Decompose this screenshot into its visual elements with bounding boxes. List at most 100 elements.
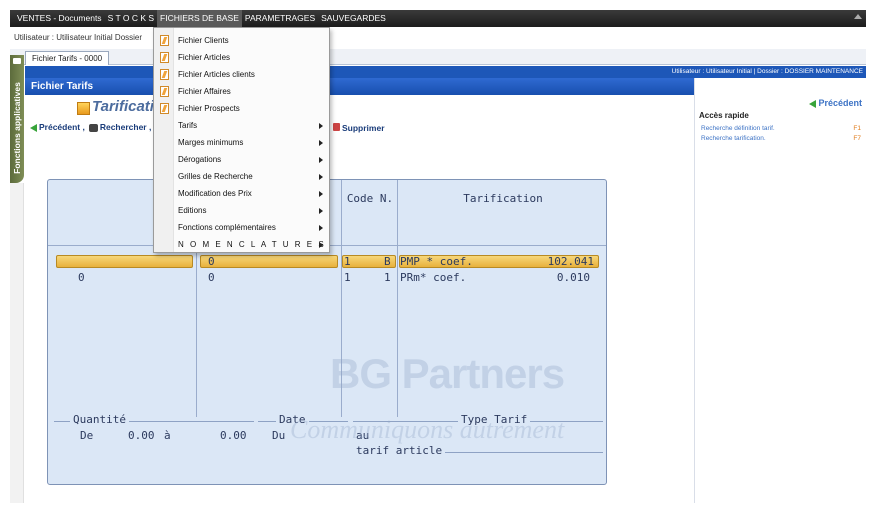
status-banner: Utilisateur : Utilisateur Initial | Doss… bbox=[25, 66, 866, 78]
menu-ventes[interactable]: VENTES - Documents bbox=[14, 10, 105, 27]
submenu-arrow-icon bbox=[319, 208, 323, 214]
submenu-arrow-icon bbox=[319, 174, 323, 180]
precedent-label: Précédent , bbox=[39, 122, 85, 132]
shortcut-f1: F1 bbox=[853, 125, 861, 132]
menu-stocks[interactable]: S T O C K S bbox=[105, 10, 157, 27]
menu-item-label: Fonctions complémentaires bbox=[178, 223, 276, 232]
sidebar-strip bbox=[10, 183, 24, 503]
type-tarif-value[interactable]: tarif article bbox=[353, 444, 446, 457]
pin-icon[interactable] bbox=[13, 58, 21, 64]
row2-col3b[interactable]: 1 bbox=[384, 271, 391, 285]
fichiers-de-base-dropdown: Fichier Clients Fichier Articles Fichier… bbox=[153, 27, 330, 253]
menu-item-nomenclatures[interactable]: N O M E N C L A T U R E S bbox=[154, 236, 329, 253]
column-header-code: Code N. bbox=[346, 192, 394, 205]
cell-highlight-1[interactable] bbox=[56, 255, 193, 268]
menu-item-label: Marges minimums bbox=[178, 138, 244, 147]
binoculars-icon bbox=[88, 123, 98, 132]
menu-fichiers-de-base[interactable]: FICHIERS DE BASE bbox=[157, 10, 242, 27]
precedent-link-label: Précédent bbox=[818, 98, 862, 108]
toolbar: Précédent , Rechercher , bbox=[30, 122, 151, 132]
menu-item-fichier-clients[interactable]: Fichier Clients bbox=[154, 32, 329, 49]
rechercher-button[interactable]: Rechercher , bbox=[88, 122, 152, 132]
submenu-arrow-icon bbox=[319, 242, 323, 248]
quick-access-pane: Précédent Accès rapide Recherche définit… bbox=[694, 78, 866, 503]
tab-strip: Fichier Tarifs - 0000 bbox=[10, 49, 866, 65]
watermark-tagline: Communiquons autrement bbox=[290, 415, 565, 444]
menu-item-label: Tarifs bbox=[178, 121, 198, 130]
user-info: Utilisateur : Utilisateur Initial Dossie… bbox=[10, 28, 866, 48]
submenu-arrow-icon bbox=[319, 123, 323, 129]
precedent-button[interactable]: Précédent , bbox=[30, 122, 85, 132]
document-icon bbox=[160, 86, 169, 97]
row1-col4b[interactable]: 102.041 bbox=[518, 255, 594, 269]
row1-col3a[interactable]: 1 bbox=[344, 255, 351, 269]
menu-item-derogations[interactable]: Dérogations bbox=[154, 151, 329, 168]
menu-item-fichier-articles[interactable]: Fichier Articles bbox=[154, 49, 329, 66]
row2-col1[interactable]: 0 bbox=[78, 271, 85, 285]
menu-item-fichier-prospects[interactable]: Fichier Prospects bbox=[154, 100, 329, 117]
link-recherche-tarification[interactable]: Recherche tarification. bbox=[701, 135, 766, 142]
sidebar-label: Fonctions applicatives bbox=[12, 82, 22, 174]
acces-rapide-heading: Accès rapide bbox=[699, 111, 749, 120]
row2-col3a[interactable]: 1 bbox=[344, 271, 351, 285]
collapse-caret-icon[interactable] bbox=[854, 14, 862, 19]
menu-item-label: Fichier Articles bbox=[178, 53, 231, 62]
sidebar-vertical-tab[interactable]: Fonctions applicatives bbox=[10, 55, 24, 183]
page-title: Tarificati bbox=[92, 98, 154, 115]
menu-item-label: Editions bbox=[178, 206, 207, 215]
menu-item-label: N O M E N C L A T U R E S bbox=[178, 240, 326, 249]
menu-bar: VENTES - Documents S T O C K S FICHIERS … bbox=[10, 10, 866, 27]
row2-col4b[interactable]: 0.010 bbox=[518, 271, 590, 285]
menu-item-label: Fichier Articles clients bbox=[178, 70, 255, 79]
row2-col4a[interactable]: PRm* coef. bbox=[400, 271, 466, 285]
link-recherche-definition[interactable]: Recherche définition tarif. bbox=[701, 125, 775, 132]
menu-item-grilles-de-recherche[interactable]: Grilles de Recherche bbox=[154, 168, 329, 185]
menu-item-fonctions-complementaires[interactable]: Fonctions complémentaires bbox=[154, 219, 329, 236]
a-label: à bbox=[164, 429, 171, 442]
menu-item-label: Fichier Prospects bbox=[178, 104, 240, 113]
submenu-arrow-icon bbox=[319, 191, 323, 197]
row2-col2[interactable]: 0 bbox=[208, 271, 215, 285]
column-header-tarification: Tarification bbox=[463, 192, 543, 205]
document-icon bbox=[160, 103, 169, 114]
submenu-arrow-icon bbox=[319, 157, 323, 163]
menu-item-label: Dérogations bbox=[178, 155, 222, 164]
submenu-arrow-icon bbox=[319, 140, 323, 146]
rechercher-label: Rechercher , bbox=[99, 122, 152, 132]
watermark-logo: BG Partners bbox=[330, 350, 565, 397]
tarification-icon bbox=[77, 102, 90, 115]
cell-highlight-2[interactable] bbox=[200, 255, 338, 268]
quantite-label: Quantité bbox=[70, 413, 129, 426]
menu-item-tarifs[interactable]: Tarifs bbox=[154, 117, 329, 134]
precedent-link[interactable]: Précédent bbox=[809, 98, 862, 108]
submenu-arrow-icon bbox=[319, 225, 323, 231]
quantity-to[interactable]: 0.00 bbox=[220, 429, 247, 443]
pane-title: Fichier Tarifs bbox=[25, 78, 694, 95]
menu-item-label: Fichier Affaires bbox=[178, 87, 231, 96]
menu-parametrages[interactable]: PARAMETRAGES bbox=[242, 10, 318, 27]
row1-col3b[interactable]: B bbox=[384, 255, 391, 269]
menu-item-label: Fichier Clients bbox=[178, 36, 229, 45]
tab-fichier-tarifs[interactable]: Fichier Tarifs - 0000 bbox=[25, 51, 110, 65]
back-arrow-icon bbox=[30, 123, 37, 132]
menu-item-modification-des-prix[interactable]: Modification des Prix bbox=[154, 185, 329, 202]
menu-item-fichier-articles-clients[interactable]: Fichier Articles clients bbox=[154, 66, 329, 83]
menu-item-label: Grilles de Recherche bbox=[178, 172, 253, 181]
du-label: Du bbox=[272, 429, 286, 442]
row1-col2[interactable]: 0 bbox=[208, 255, 215, 269]
de-label: De bbox=[80, 429, 94, 442]
back-arrow-icon bbox=[809, 99, 817, 108]
menu-item-fichier-affaires[interactable]: Fichier Affaires bbox=[154, 83, 329, 100]
row1-col4a[interactable]: PMP * coef. bbox=[400, 255, 473, 269]
document-icon bbox=[160, 52, 169, 63]
delete-icon[interactable] bbox=[333, 123, 340, 131]
menu-item-label: Modification des Prix bbox=[178, 189, 252, 198]
supprimer-button[interactable]: Supprimer bbox=[342, 123, 385, 133]
quantity-from[interactable]: 0.00 bbox=[128, 429, 155, 443]
document-icon bbox=[160, 35, 169, 46]
menu-item-marges-minimums[interactable]: Marges minimums bbox=[154, 134, 329, 151]
menu-sauvegardes[interactable]: SAUVEGARDES bbox=[318, 10, 389, 27]
shortcut-f7: F7 bbox=[853, 135, 861, 142]
document-icon bbox=[160, 69, 169, 80]
menu-item-editions[interactable]: Editions bbox=[154, 202, 329, 219]
